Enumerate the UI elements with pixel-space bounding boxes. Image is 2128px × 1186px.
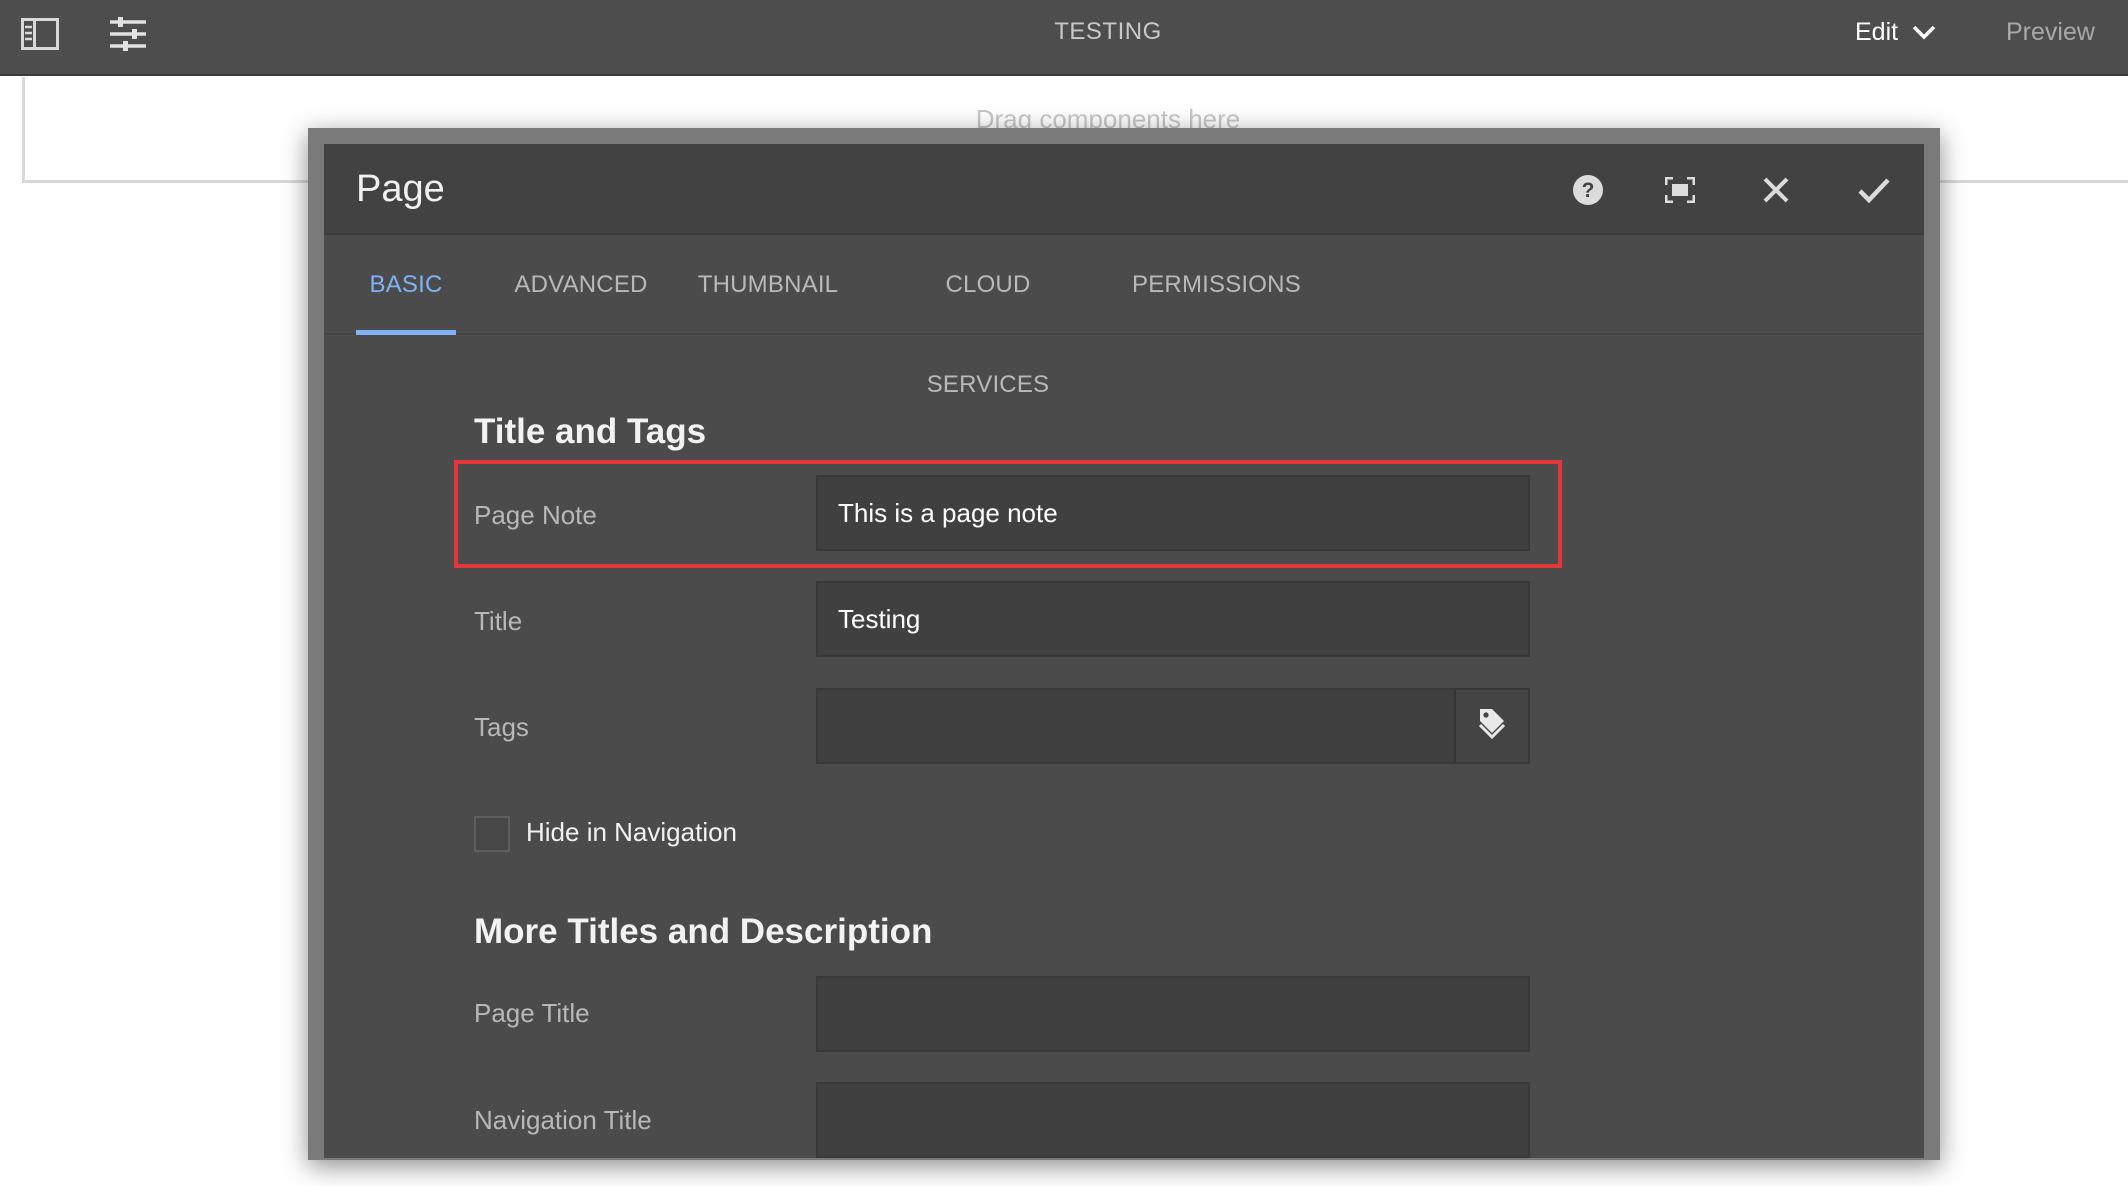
help-icon[interactable]: ? xyxy=(1566,168,1610,212)
tab-basic[interactable]: BASIC xyxy=(356,235,456,335)
dialog-tabs: BASIC ADVANCED THUMBNAIL CLOUD SERVICES … xyxy=(324,235,1924,398)
page-name: TESTING xyxy=(1054,18,1162,45)
hide-in-navigation-checkbox[interactable] xyxy=(474,816,510,852)
tag-picker-button[interactable] xyxy=(1454,688,1530,764)
navigation-title-label: Navigation Title xyxy=(474,1105,652,1135)
tag-icon xyxy=(1476,706,1508,747)
title-label: Title xyxy=(474,606,523,636)
tab-advanced[interactable]: ADVANCED xyxy=(514,235,648,335)
tags-input[interactable] xyxy=(816,688,1458,764)
close-icon[interactable] xyxy=(1754,168,1798,212)
edit-mode-label: Edit xyxy=(1855,18,1899,46)
navigation-title-input[interactable] xyxy=(816,1082,1530,1158)
svg-text:?: ? xyxy=(1582,179,1595,202)
hide-in-navigation-label: Hide in Navigation xyxy=(526,817,738,847)
page-title-label: Page Title xyxy=(474,998,590,1028)
tab-permissions[interactable]: PERMISSIONS xyxy=(1132,235,1301,335)
fullscreen-icon[interactable] xyxy=(1658,168,1702,212)
chevron-down-icon[interactable] xyxy=(1912,18,1936,47)
tab-cloud-services[interactable]: CLOUD SERVICES xyxy=(892,235,1084,398)
page-properties-dialog: Page ? BASIC ADVANCED THUMBNAIL CLOUD SE… xyxy=(324,144,1924,1158)
dialog-title: Page xyxy=(356,168,445,210)
section-title-and-tags: Title and Tags xyxy=(474,412,707,451)
editor-toolbar: TESTING Edit Preview xyxy=(0,0,2128,76)
edit-mode-button[interactable]: Edit xyxy=(1855,18,1936,47)
section-more-titles: More Titles and Description xyxy=(474,912,933,951)
title-input[interactable]: Testing xyxy=(816,581,1530,657)
preview-button[interactable]: Preview xyxy=(2006,18,2095,47)
page-note-input[interactable]: This is a page note xyxy=(816,475,1530,551)
checkmark-icon[interactable] xyxy=(1852,168,1896,212)
page-note-label: Page Note xyxy=(474,500,597,530)
tags-label: Tags xyxy=(474,712,529,742)
dialog-header: Page ? xyxy=(324,144,1924,235)
tab-thumbnail[interactable]: THUMBNAIL xyxy=(696,235,840,335)
page-title-input[interactable] xyxy=(816,976,1530,1052)
